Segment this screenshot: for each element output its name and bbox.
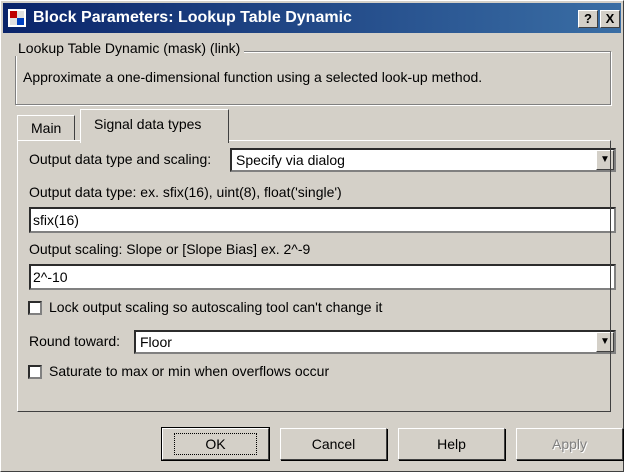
apply-button-label: Apply (551, 436, 588, 452)
mask-description: Approximate a one-dimensional function u… (23, 69, 483, 85)
tab-signal-data-types[interactable]: Signal data types (80, 109, 229, 143)
block-parameters-dialog: Block Parameters: Lookup Table Dynamic ?… (0, 0, 624, 472)
mask-group-legend: Lookup Table Dynamic (mask) (link) (15, 40, 245, 56)
title-bar[interactable]: Block Parameters: Lookup Table Dynamic ?… (3, 3, 621, 33)
cancel-button-label: Cancel (311, 436, 356, 452)
tab-main[interactable]: Main (17, 115, 75, 141)
help-button-label: Help (437, 436, 466, 452)
simulink-block-icon (8, 9, 26, 27)
title-help-button[interactable]: ? (578, 10, 598, 28)
tab-main-label: Main (31, 120, 62, 136)
close-button[interactable]: X (600, 10, 620, 28)
tab-panel (17, 140, 611, 412)
cancel-button[interactable]: Cancel (280, 428, 387, 460)
help-button[interactable]: Help (398, 428, 505, 460)
ok-button-label: OK (174, 433, 257, 455)
ok-button[interactable]: OK (161, 427, 270, 461)
window-title: Block Parameters: Lookup Table Dynamic (33, 9, 352, 26)
tab-signal-data-types-label: Signal data types (94, 116, 202, 132)
apply-button[interactable]: Apply (516, 428, 623, 460)
